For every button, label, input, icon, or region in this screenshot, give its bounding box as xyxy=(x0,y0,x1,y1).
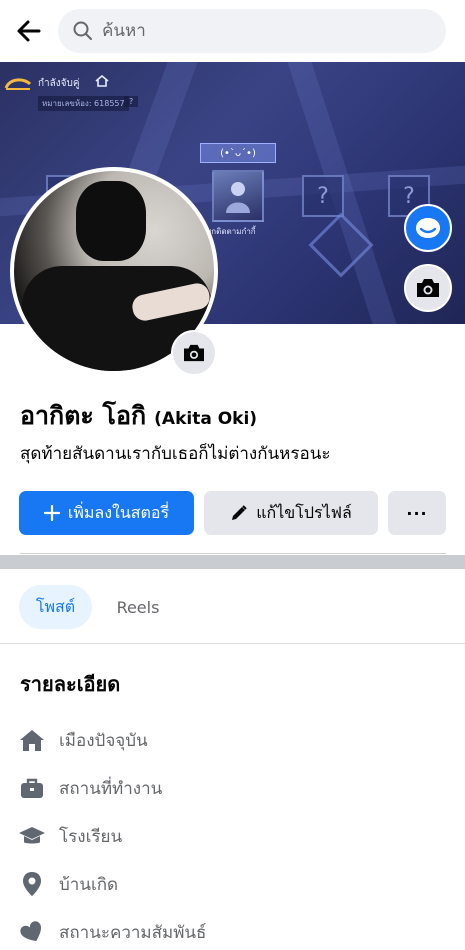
home-icon xyxy=(18,726,46,754)
profile-name: อากิตะ โอกิ xyxy=(20,401,147,430)
game-status-text: กำลังจับคู่ xyxy=(38,78,80,89)
profile-bio: สุดท้ายสันดานเรากับเธอก็ไม่ต่างกันหรอนะ xyxy=(20,444,331,464)
pencil-icon xyxy=(230,504,248,522)
detail-relationship[interactable]: สถานะความสัมพันธ์ xyxy=(18,916,206,948)
detail-current-city[interactable]: เมืองปัจจุบัน xyxy=(18,724,148,756)
separator-line xyxy=(20,553,446,554)
tab-reels[interactable]: Reels xyxy=(104,585,172,629)
plus-icon xyxy=(43,505,60,521)
camera-icon xyxy=(417,279,439,297)
help-badge: ? xyxy=(124,96,139,107)
edit-cover-camera-button[interactable] xyxy=(404,264,452,312)
detail-label: โรงเรียน xyxy=(59,826,123,847)
home-small-icon xyxy=(95,75,109,87)
search-icon xyxy=(73,21,92,40)
messenger-button[interactable] xyxy=(404,204,452,252)
profile-tabs: โพสต์ Reels xyxy=(0,569,465,644)
detail-workplace[interactable]: สถานที่ทำงาน xyxy=(18,772,162,804)
detail-label: เมืองปัจจุบัน xyxy=(59,730,148,751)
game-room-text: หมายเลขห้อง: 618557 xyxy=(38,96,129,111)
profile-alternate-name: (Akita Oki) xyxy=(154,409,258,429)
detail-label: บ้านเกิด xyxy=(59,874,119,895)
heart-icon xyxy=(18,918,46,946)
hero-caption: พกติดตามกำกี้ xyxy=(206,227,256,236)
details-heading: รายละเอียด xyxy=(20,672,121,696)
add-to-story-button[interactable]: เพิ่มลงในสตอรี่ xyxy=(19,491,194,535)
detail-hometown[interactable]: บ้านเกิด xyxy=(18,868,118,900)
game-logo-icon xyxy=(4,78,32,90)
edit-profile-button[interactable]: แก้ไขโปรไฟล์ xyxy=(204,491,378,535)
photo-decor xyxy=(76,181,146,261)
more-dots-icon: ··· xyxy=(406,503,428,523)
messenger-icon xyxy=(416,218,440,238)
location-pin-icon xyxy=(18,870,46,898)
top-bar xyxy=(0,0,465,62)
graduation-cap-icon xyxy=(18,822,46,850)
back-arrow-icon xyxy=(17,20,41,42)
team-slot: ? xyxy=(302,175,344,217)
detail-label: สถานะความสัมพันธ์ xyxy=(59,922,207,943)
hero-figure-icon xyxy=(226,182,250,213)
search-input[interactable] xyxy=(102,21,402,41)
section-divider xyxy=(0,555,465,569)
briefcase-icon xyxy=(18,774,46,802)
search-bar[interactable] xyxy=(58,9,446,53)
tab-posts[interactable]: โพสต์ xyxy=(19,585,92,629)
edit-profile-label: แก้ไขโปรไฟล์ xyxy=(256,502,352,522)
camera-icon xyxy=(184,344,204,362)
hero-portrait xyxy=(212,170,264,222)
back-button[interactable] xyxy=(12,14,46,48)
profile-name-row: อากิตะ โอกิ (Akita Oki) xyxy=(20,396,257,432)
edit-avatar-camera-button[interactable] xyxy=(171,330,217,376)
game-emote-tag: (•`ᴗ´•) xyxy=(200,143,276,163)
detail-label: สถานที่ทำงาน xyxy=(59,778,163,799)
add-to-story-label: เพิ่มลงในสตอรี่ xyxy=(67,502,170,522)
more-options-button[interactable]: ··· xyxy=(388,491,446,535)
detail-school[interactable]: โรงเรียน xyxy=(18,820,122,852)
